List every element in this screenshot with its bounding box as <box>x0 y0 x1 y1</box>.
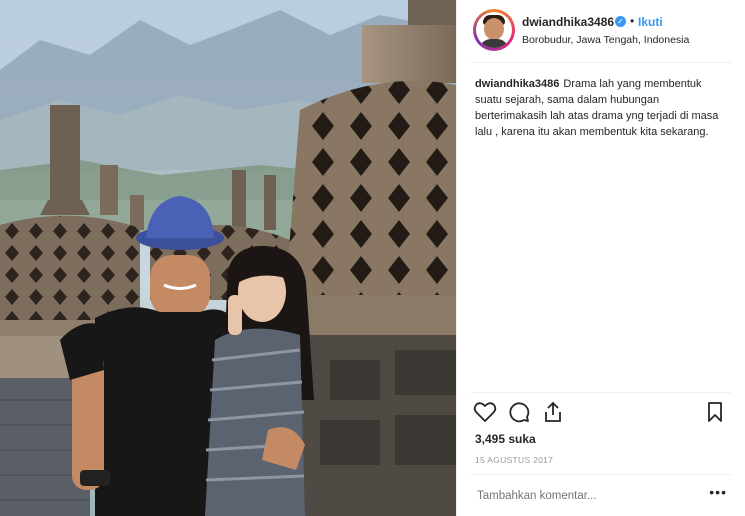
header-divider <box>471 62 731 63</box>
heart-icon[interactable] <box>473 400 499 426</box>
comment-divider <box>471 474 731 475</box>
separator-dot: • <box>630 14 635 28</box>
avatar-image <box>476 12 512 48</box>
location-link[interactable]: Borobudur, Jawa Tengah, Indonesia <box>522 34 689 46</box>
username-link[interactable]: dwiandhika3486 <box>522 15 614 29</box>
avatar-face <box>484 18 504 40</box>
post-photo[interactable] <box>0 0 456 516</box>
avatar[interactable] <box>473 9 515 51</box>
post-date: 15 AGUSTUS 2017 <box>475 455 554 465</box>
share-upload-icon[interactable] <box>541 400 567 426</box>
follow-button[interactable]: Ikuti <box>638 15 663 29</box>
post-sidebar: dwiandhika3486 ✓ • Ikuti Borobudur, Jawa… <box>456 0 745 516</box>
like-count[interactable]: 3,495 suka <box>475 432 536 446</box>
post-header: dwiandhika3486 ✓ • Ikuti Borobudur, Jawa… <box>457 0 745 62</box>
actions-divider <box>471 392 731 393</box>
more-options-icon[interactable]: ••• <box>709 484 727 500</box>
comment-input[interactable] <box>475 489 694 503</box>
caption-username-link[interactable]: dwiandhika3486 <box>475 78 559 90</box>
avatar-body <box>479 39 509 48</box>
action-bar <box>473 400 729 428</box>
verified-badge-icon: ✓ <box>615 16 626 27</box>
comment-bubble-icon[interactable] <box>507 400 533 426</box>
bookmark-icon[interactable] <box>703 400 729 426</box>
post-caption: dwiandhika3486 Drama lah yang membentuk s… <box>475 76 731 140</box>
